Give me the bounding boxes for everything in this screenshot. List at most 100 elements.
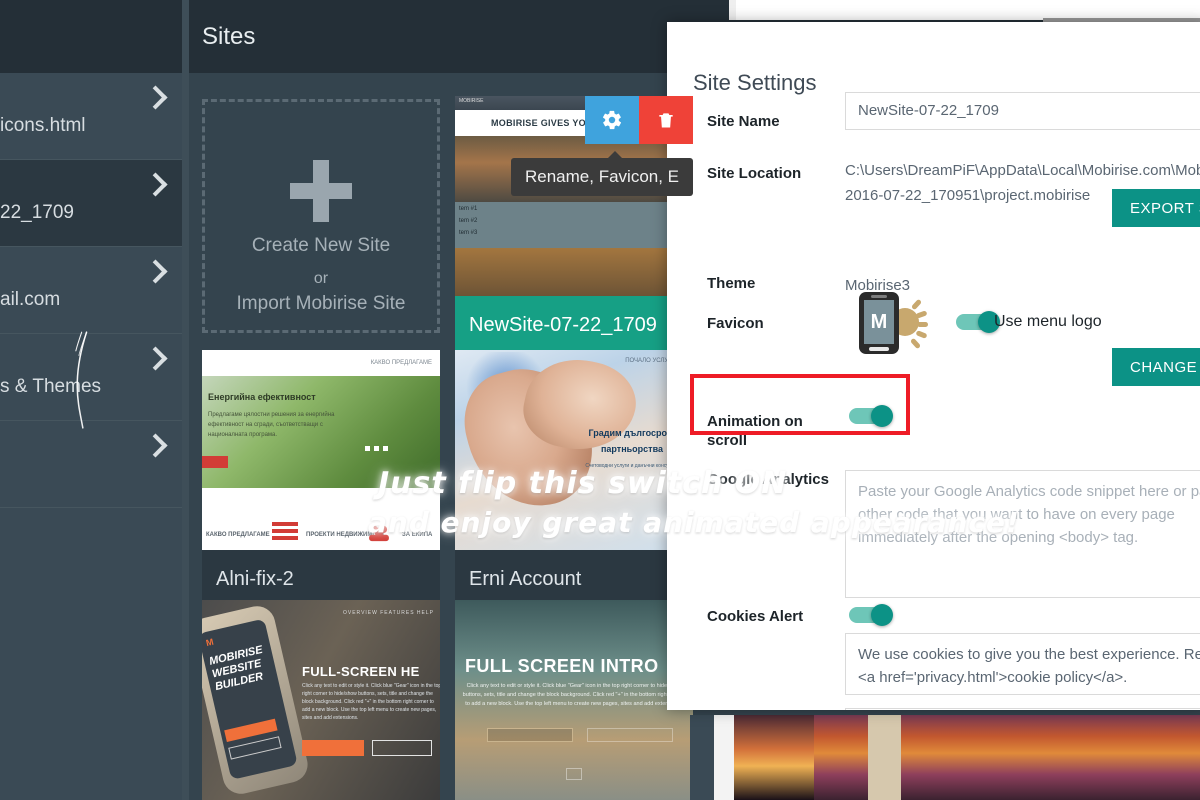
site-delete-button[interactable]	[639, 96, 693, 144]
thumb-body: Click any text to edit or style it. Clic…	[462, 683, 686, 707]
sidebar-item-extensions-themes[interactable]: s & Themes	[0, 334, 182, 421]
background-photo-strip	[868, 715, 901, 800]
sidebar-item-account-email[interactable]: ail.com	[0, 247, 182, 334]
chevron-right-icon	[143, 346, 168, 371]
thumb-footer-item: КАКВО ПРЕДЛАГАМЕ	[206, 532, 270, 538]
use-menu-logo-label: Use menu logo	[994, 313, 1102, 330]
plus-icon	[290, 160, 352, 222]
cookies-alert-textarea[interactable]: We use cookies to give you the best expe…	[845, 633, 1200, 695]
phone-screen: M	[864, 300, 894, 344]
thumb-heading-2: партньорства	[600, 444, 663, 454]
thumb-hero: FULL SCREEN INTRO Click any text to edit…	[455, 600, 693, 800]
sun-ray	[915, 310, 928, 319]
thumb-heading: Енергийна ефективност	[208, 392, 316, 402]
phone-icon: M	[859, 292, 899, 354]
create-or-label: or	[313, 270, 329, 287]
annotation-line-2: and enjoy great animated appearance!	[368, 506, 1020, 539]
thumb-cta	[487, 728, 573, 742]
thumb-list-item: tem #3	[459, 230, 478, 236]
site-thumbnail: MOBIRISE MOBIRISE GIVES YO tem #1 tem #2…	[455, 96, 693, 296]
background-panel-dark	[690, 715, 714, 800]
background-photo-thumb	[734, 715, 814, 800]
site-name-label: Site Name	[707, 113, 780, 130]
chevron-right-icon	[143, 433, 168, 458]
thumb-list: tem #1 tem #2 tem #3	[455, 202, 693, 248]
site-card[interactable]: FULL SCREEN INTRO Click any text to edit…	[455, 600, 693, 800]
site-thumbnail: OVERVIEW FEATURES HELP M MOBIRISE WEBSIT…	[202, 600, 440, 800]
change-favicon-button[interactable]: CHANGE FAVICON	[1112, 348, 1200, 386]
thumb-nav-text: КАКВО ПРЕДЛАГАМЕ	[370, 360, 432, 366]
export-site-button[interactable]: EXPORT SITE	[1112, 189, 1200, 227]
screenshot-root: icons.html 22_1709 ail.com s & Themes Si…	[0, 0, 1200, 800]
thumb-cta-2	[372, 740, 432, 756]
sidebar-item-label: ail.com	[0, 289, 61, 310]
sidebar-item-icons-html[interactable]: icons.html	[0, 73, 182, 160]
thumb-phone-brand: MOBIRISE WEBSITE BUILDER	[208, 643, 265, 694]
gear-icon	[602, 110, 622, 130]
site-card-name: NewSite-07-22_1709	[469, 314, 657, 336]
site-card[interactable]: OVERVIEW FEATURES HELP M MOBIRISE WEBSIT…	[202, 600, 440, 800]
chevron-down-icon	[566, 768, 582, 780]
thumb-list-item: tem #2	[459, 218, 478, 224]
site-location-label: Site Location	[707, 165, 802, 182]
thumb-navbar: КАКВО ПРЕДЛАГАМЕ	[202, 350, 440, 376]
thumb-phone-screen: M MOBIRISE WEBSITE BUILDER	[202, 618, 298, 780]
sidebar-header	[0, 0, 182, 73]
create-new-site-label: Create New Site	[251, 235, 391, 256]
chevron-right-icon	[143, 259, 168, 284]
page-title: Sites	[202, 23, 256, 50]
background-scrollbar[interactable]	[714, 715, 736, 800]
thumb-nav-text: OVERVIEW FEATURES HELP	[343, 610, 434, 616]
cookies-alert-label: Cookies Alert	[707, 608, 804, 625]
card-action-buttons	[585, 96, 693, 144]
change-favicon-label: CHANGE FAVICON	[1130, 358, 1200, 376]
sidebar-item-label: 22_1709	[0, 202, 74, 223]
annotation-line-1: Just flip this switch ON	[378, 466, 788, 501]
thumb-logo: M	[204, 636, 215, 649]
phone-home-button	[869, 347, 889, 351]
sidebar-item-newsite[interactable]: 22_1709	[0, 160, 182, 247]
theme-label: Theme	[707, 275, 756, 292]
favicon-label: Favicon	[707, 315, 764, 332]
site-name-input[interactable]: NewSite-07-22_1709	[845, 92, 1200, 130]
import-mobirise-site-label[interactable]: Import Mobirise Site	[205, 293, 437, 315]
sidebar-item-label: s & Themes	[0, 376, 102, 397]
mobirise-favicon-icon: M	[855, 292, 928, 354]
thumb-cta	[302, 740, 364, 756]
dialog-title: Site Settings	[693, 70, 817, 95]
thumb-heading: FULL SCREEN INTRO	[465, 656, 659, 676]
thumb-cta	[202, 456, 228, 468]
toggle-knob	[871, 604, 893, 626]
phone-speaker	[871, 295, 887, 298]
thumb-nav-text: MOBIRISE GIVES YO	[491, 118, 586, 128]
thumb-body: Предлагаме цялостни решения за енергийна…	[208, 412, 335, 438]
thumb-phone: M MOBIRISE WEBSITE BUILDER	[202, 602, 312, 798]
sidebar-item-label: icons.html	[0, 115, 86, 136]
sun-ray	[917, 322, 928, 327]
sun-ray	[915, 330, 928, 339]
thumb-list-item: tem #1	[459, 206, 478, 212]
thumb-heading: FULL-SCREEN HE	[302, 664, 420, 679]
site-settings-dialog: Site Settings Site Name NewSite-07-22_17…	[667, 22, 1200, 710]
cookies-alert-toggle[interactable]	[849, 604, 893, 626]
sidebar-item-extra[interactable]	[0, 421, 182, 508]
site-settings-button[interactable]	[585, 96, 639, 144]
site-actions-tooltip: Rename, Favicon, E	[511, 151, 693, 196]
thumb-bars-icon	[272, 522, 298, 542]
before-body-textarea[interactable]: Paste any code that you want to have on …	[845, 708, 1200, 710]
trash-icon	[659, 113, 673, 128]
chevron-right-icon	[143, 172, 168, 197]
mobirise-m-letter: M	[870, 311, 888, 333]
thumb-body: Click any text to edit or style it. Clic…	[302, 683, 440, 721]
thumb-footer	[455, 248, 693, 296]
thumb-brand: MOBIRISE	[459, 98, 484, 104]
site-name-value: NewSite-07-22_1709	[858, 102, 999, 119]
sun-ray	[910, 298, 923, 311]
sun-ray	[909, 337, 922, 350]
site-thumbnail: FULL SCREEN INTRO Click any text to edit…	[455, 600, 693, 800]
thumb-carousel-dots	[365, 446, 388, 451]
site-card[interactable]: MOBIRISE MOBIRISE GIVES YO tem #1 tem #2…	[455, 96, 693, 354]
create-new-site-card[interactable]: Create New Site or Import Mobirise Site	[202, 99, 440, 333]
cookies-alert-value: We use cookies to give you the best expe…	[858, 646, 1200, 686]
background-panel-white	[736, 0, 1200, 20]
